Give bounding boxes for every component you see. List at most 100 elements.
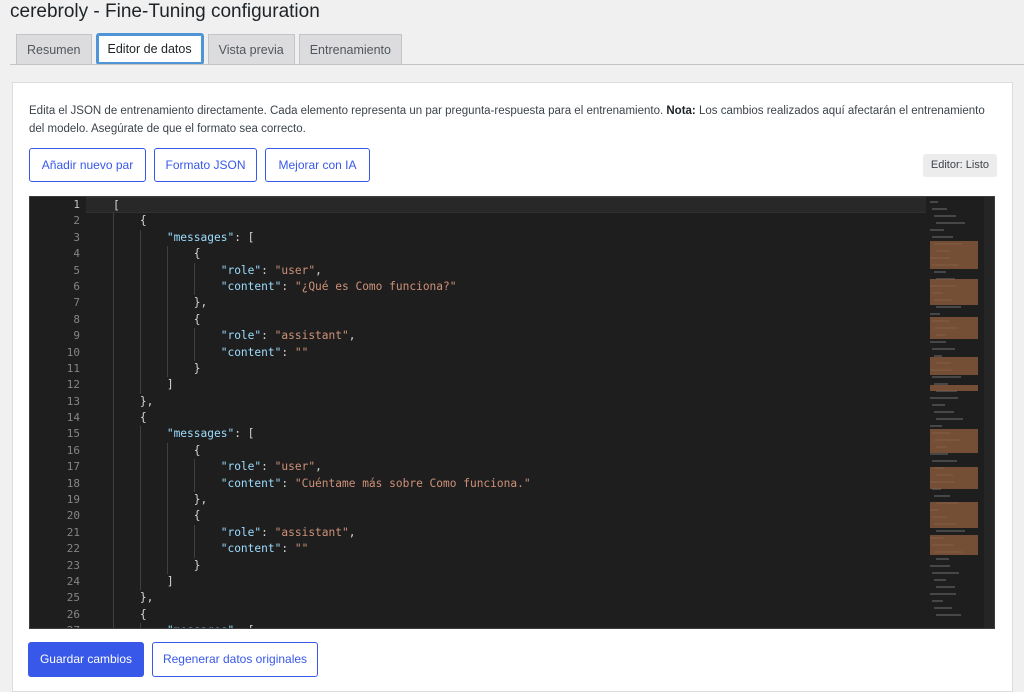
line-number: 23 xyxy=(66,558,80,572)
json-punct: , xyxy=(315,263,322,277)
description: Edita el JSON de entrenamiento directame… xyxy=(29,102,989,138)
line-number: 7 xyxy=(73,296,80,310)
tab-resumen[interactable]: Resumen xyxy=(16,34,92,64)
indent-guide xyxy=(140,262,141,279)
indent-guide xyxy=(167,442,168,460)
minimap-block xyxy=(930,535,978,555)
indent-guide xyxy=(113,573,114,591)
tab-vista-previa[interactable]: Vista previa xyxy=(207,34,295,64)
line-number: 22 xyxy=(66,542,80,556)
json-punct: [ xyxy=(112,199,120,212)
line-number: 14 xyxy=(66,411,80,425)
format-json-button[interactable]: Formato JSON xyxy=(154,148,257,182)
indent-guide xyxy=(194,344,195,361)
json-string: "assistant" xyxy=(274,525,349,539)
indent-guide xyxy=(194,524,195,542)
json-punct: : xyxy=(261,329,268,343)
json-string: "assistant" xyxy=(274,329,349,343)
code-line: "role": "assistant", xyxy=(86,524,932,542)
json-punct: { xyxy=(193,247,201,261)
minimap-line xyxy=(932,208,947,210)
json-code-editor[interactable]: 1 2 3 4 5 6 7 8 9 10 11 12 13 14 15 16 17 18 19 20 21 22 23 24 2… xyxy=(29,196,995,629)
minimap-line xyxy=(934,495,950,497)
json-punct: { xyxy=(193,443,201,457)
indent-guide xyxy=(140,573,141,591)
minimap-line xyxy=(934,215,956,217)
indent-guide xyxy=(113,393,114,411)
minimap[interactable] xyxy=(926,197,984,628)
json-punct xyxy=(288,346,295,359)
indent-guide xyxy=(113,229,114,247)
line-number: 5 xyxy=(73,263,80,277)
json-punct xyxy=(288,280,295,293)
minimap-line xyxy=(930,313,940,315)
indent-guide xyxy=(113,295,114,312)
minimap-line xyxy=(936,306,961,308)
tab-entrenamiento[interactable]: Entrenamiento xyxy=(298,34,402,64)
json-punct: : xyxy=(234,624,241,628)
json-punct: : xyxy=(261,263,268,277)
minimap-block xyxy=(930,317,978,339)
code-area[interactable]: [ { "messages": [ { "role": "user", "con… xyxy=(86,197,932,628)
line-number: 27 xyxy=(30,623,86,628)
code-line: "content": "" xyxy=(86,541,932,558)
save-changes-button[interactable]: Guardar cambios xyxy=(28,642,144,677)
json-punct: : xyxy=(261,460,268,474)
code-line: { xyxy=(86,410,932,427)
minimap-line xyxy=(932,404,945,406)
minimap-line xyxy=(936,530,965,532)
indent-guide xyxy=(140,459,141,476)
editor-scrollbar[interactable] xyxy=(984,197,994,628)
tab-editor-de-datos[interactable]: Editor de datos xyxy=(95,33,204,65)
json-punct xyxy=(268,460,275,473)
json-punct: }, xyxy=(193,296,208,310)
indent-guide xyxy=(167,262,168,279)
json-key: "messages" xyxy=(166,427,235,441)
minimap-line xyxy=(932,376,961,378)
indent-guide xyxy=(140,278,141,296)
json-punct: }, xyxy=(139,591,154,605)
indent-guide xyxy=(113,508,114,525)
minimap-line xyxy=(930,565,950,567)
code-line: "messages": [ xyxy=(86,426,932,443)
add-pair-button[interactable]: Añadir nuevo par xyxy=(29,148,146,182)
indent-guide xyxy=(140,524,141,542)
minimap-block xyxy=(930,467,978,489)
improve-ai-button[interactable]: Mejorar con IA xyxy=(265,148,370,182)
indent-guide xyxy=(140,360,141,378)
json-key: "messages" xyxy=(167,624,234,628)
code-line: ] xyxy=(86,377,932,394)
indent-guide xyxy=(113,426,114,443)
code-line: }, xyxy=(86,492,932,509)
line-number: 11 xyxy=(66,361,80,375)
indent-guide xyxy=(140,475,141,493)
json-string: "" xyxy=(294,542,309,556)
indent-guide xyxy=(113,246,114,263)
code-line: [ xyxy=(86,197,932,214)
indent-guide xyxy=(140,295,141,312)
minimap-line xyxy=(932,236,953,238)
json-punct: ] xyxy=(166,574,174,588)
json-punct: , xyxy=(348,329,356,343)
indent-guide xyxy=(140,623,141,628)
json-punct: [ xyxy=(240,230,255,244)
json-punct: : xyxy=(234,230,241,244)
indent-guide xyxy=(113,475,114,493)
code-line: { xyxy=(86,213,932,230)
regenerate-data-button[interactable]: Regenerar datos originales xyxy=(152,642,318,677)
json-key: "role" xyxy=(220,329,262,343)
json-punct: } xyxy=(193,558,201,572)
minimap-line xyxy=(930,341,946,343)
indent-guide xyxy=(167,311,168,329)
code-line: { xyxy=(86,442,932,460)
indent-guide xyxy=(140,328,141,345)
code-line: "messages": [ xyxy=(86,623,932,628)
indent-guide xyxy=(194,278,195,296)
minimap-line xyxy=(932,348,955,350)
